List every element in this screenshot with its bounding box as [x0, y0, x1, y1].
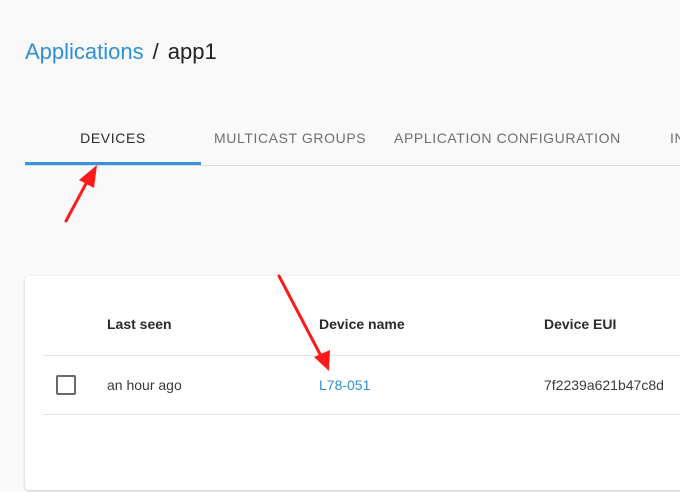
breadcrumb-applications-link[interactable]: Applications	[25, 39, 144, 64]
annotation-arrow-to-devices-tab	[64, 165, 97, 223]
tab-bar: DEVICES MULTICAST GROUPS APPLICATION CON…	[25, 113, 680, 166]
column-header-device-name[interactable]: Device name	[319, 316, 405, 332]
row-divider	[43, 414, 680, 415]
row-select-checkbox[interactable]	[56, 375, 76, 395]
active-tab-indicator	[25, 162, 201, 165]
tab-application-configuration[interactable]: APPLICATION CONFIGURATION	[394, 113, 621, 163]
cell-last-seen: an hour ago	[107, 377, 182, 393]
breadcrumb-separator: /	[152, 39, 159, 64]
breadcrumb-current-app: app1	[167, 39, 217, 64]
breadcrumb: Applications / app1	[25, 38, 217, 66]
tab-devices[interactable]: DEVICES	[25, 113, 201, 163]
column-header-last-seen[interactable]: Last seen	[107, 316, 172, 332]
column-header-device-eui[interactable]: Device EUI	[544, 316, 616, 332]
header-divider	[43, 355, 680, 356]
devices-table-card: Last seen Device name Device EUI an hour…	[25, 276, 680, 490]
tab-truncated[interactable]: IN	[670, 113, 680, 163]
device-name-link[interactable]: L78-051	[319, 377, 370, 393]
cell-device-eui: 7f2239a621b47c8d	[544, 377, 664, 393]
tab-multicast-groups[interactable]: MULTICAST GROUPS	[214, 113, 366, 163]
